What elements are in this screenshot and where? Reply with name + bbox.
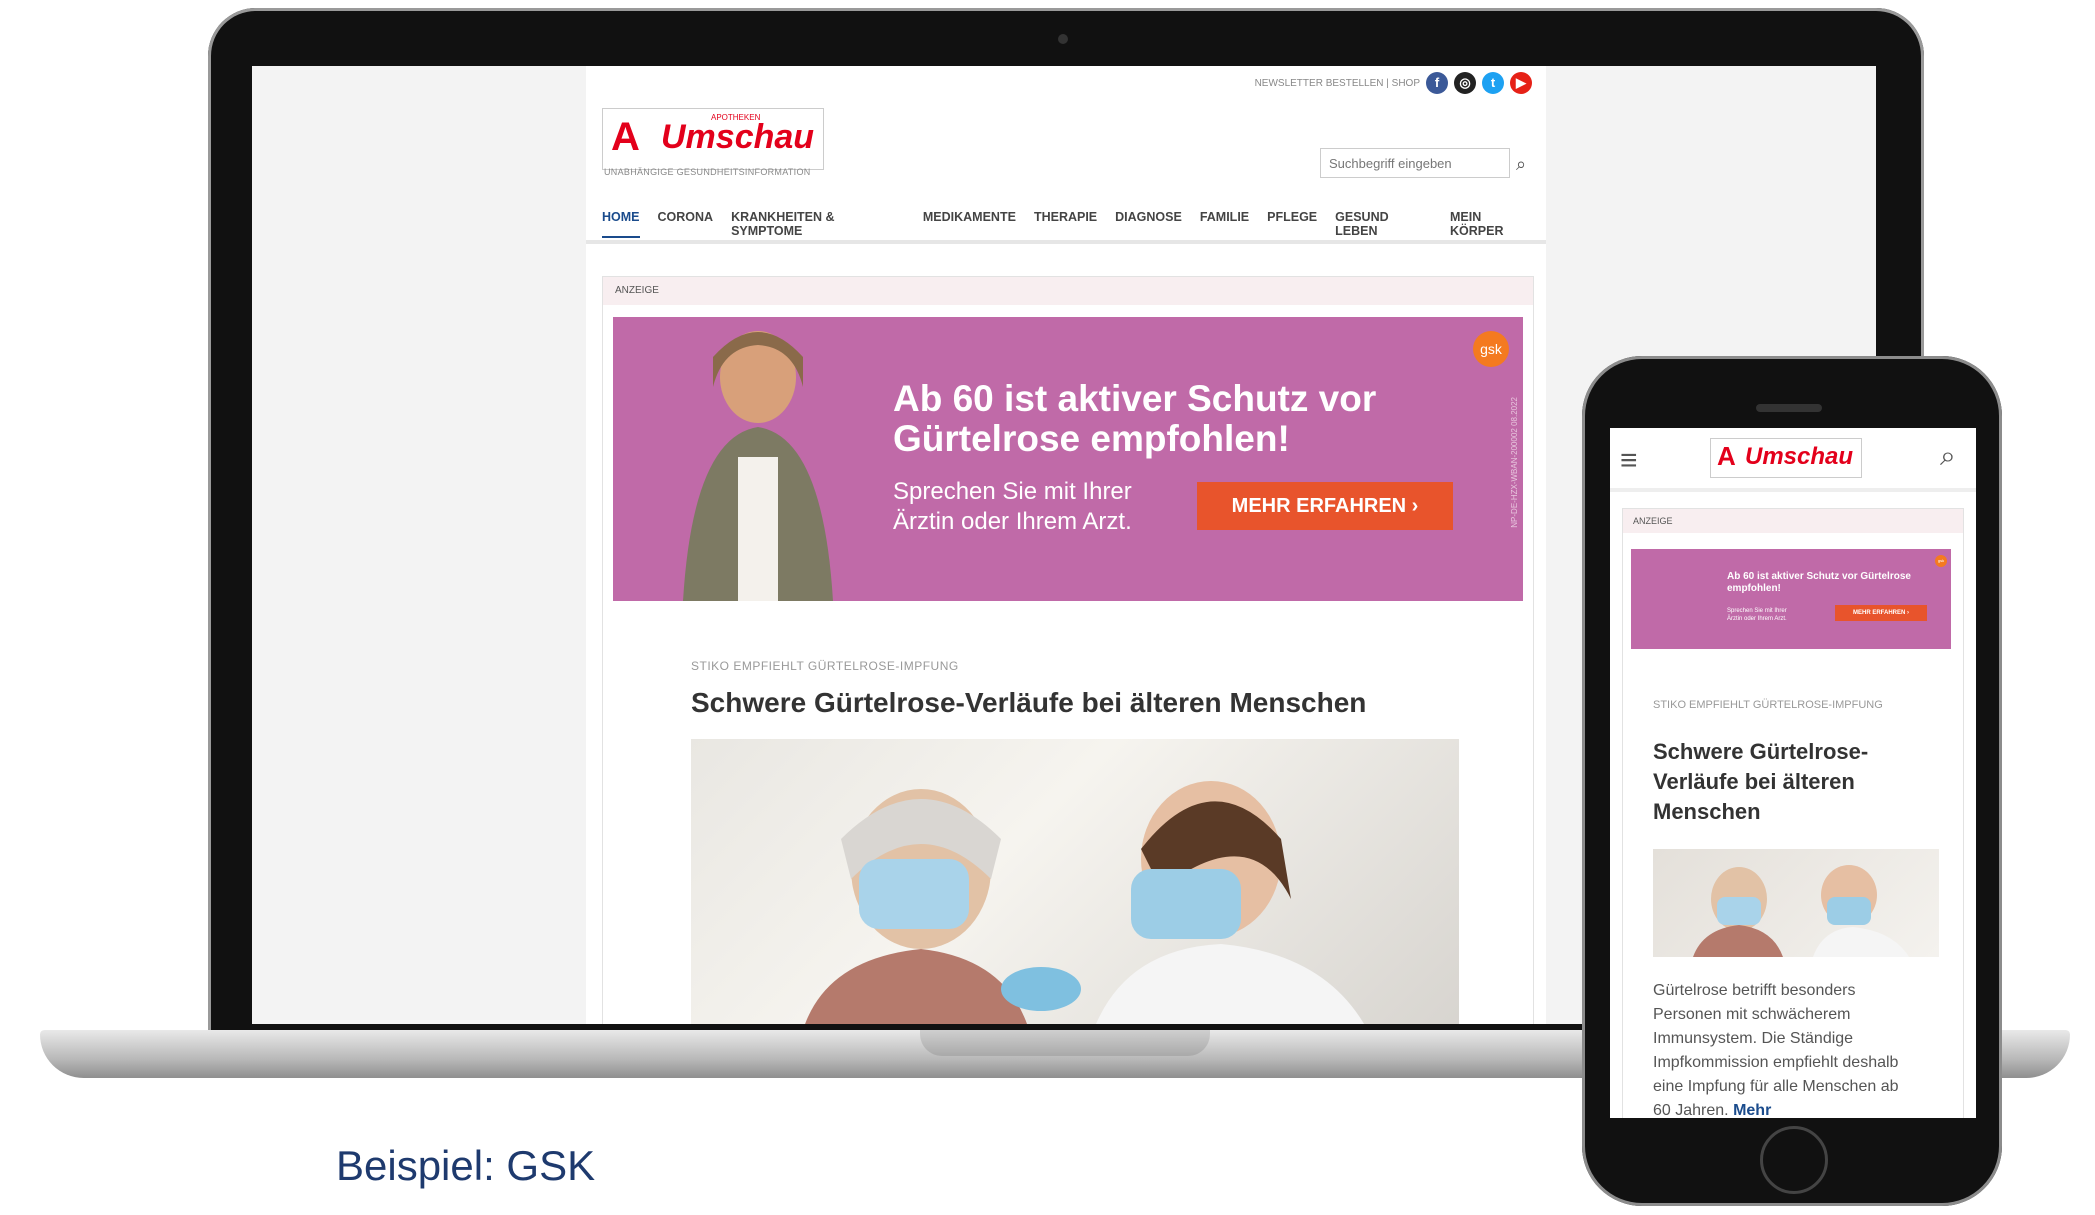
- banner-subtitle: Sprechen Sie mit Ihrer Ärztin oder Ihrem…: [893, 478, 1132, 535]
- nav-pflege[interactable]: PFLEGE: [1267, 210, 1317, 238]
- ad-banner[interactable]: Ab 60 ist aktiver Schutz vor Gürtelrose …: [613, 317, 1523, 601]
- phone-content-box: ANZEIGE Ab 60 ist aktiver Schutz vor Gür…: [1622, 508, 1964, 1118]
- laptop-camera: [1058, 34, 1068, 44]
- main-nav: HOME CORONA KRANKHEITEN & SYMPTOME MEDIK…: [602, 210, 1536, 238]
- phone-divider: [1610, 488, 1976, 492]
- phone-search-icon[interactable]: ⌕: [1940, 440, 1956, 473]
- phone-speaker: [1756, 404, 1822, 412]
- mehr-erfahren-button[interactable]: MEHR ERFAHREN ›: [1197, 482, 1453, 530]
- website: NEWSLETTER BESTELLEN | SHOP f ◎ t ▶ A AP…: [586, 66, 1546, 1024]
- vaccination-photo: [805, 781, 1364, 1024]
- logo-text: Umschau: [661, 118, 815, 156]
- youtube-icon[interactable]: ▶: [1510, 72, 1532, 94]
- caption: Beispiel: GSK: [336, 1142, 596, 1189]
- newsletter-shop-links[interactable]: NEWSLETTER BESTELLEN | SHOP: [1255, 78, 1420, 89]
- nav-krankheiten[interactable]: KRANKHEITEN & SYMPTOME: [731, 210, 905, 238]
- top-links: NEWSLETTER BESTELLEN | SHOP f ◎ t ▶: [1255, 72, 1532, 94]
- facebook-icon[interactable]: f: [1426, 72, 1448, 94]
- nav-diagnose[interactable]: DIAGNOSE: [1115, 210, 1182, 238]
- content-box: ANZEIGE Ab 60 ist aktiver Schutz vor Gür…: [602, 276, 1534, 1024]
- article-kicker: STIKO EMPFIEHLT GÜRTELROSE-IMPFUNG: [691, 659, 959, 673]
- phone-vaccination-photo: [1693, 865, 1909, 957]
- phone-cta-button[interactable]: MEHR ERFAHREN ›: [1835, 605, 1927, 621]
- nav-gesund-leben[interactable]: GESUND LEBEN: [1335, 210, 1432, 238]
- search-icon[interactable]: ⌕: [1516, 154, 1526, 175]
- banner-legal: NP-DE-HZX-WBAN-200002 08.2022: [1510, 397, 1519, 528]
- nav-familie[interactable]: FAMILIE: [1200, 210, 1249, 238]
- nav-mein-koerper[interactable]: MEIN KÖRPER: [1450, 210, 1536, 238]
- phone-headline[interactable]: Schwere Gürtelrose-Verläufe bei älteren …: [1653, 737, 1943, 827]
- phone-teaser: Gürtelrose betrifft besonders Personen m…: [1653, 979, 1913, 1118]
- phone-logo-icon: A: [1717, 441, 1736, 471]
- phone-home-button: [1760, 1126, 1828, 1194]
- phone-banner-subtitle: Sprechen Sie mit Ihrer Ärztin oder Ihrem…: [1727, 608, 1787, 622]
- nav-therapie[interactable]: THERAPIE: [1034, 210, 1097, 238]
- phone-article-image[interactable]: [1653, 849, 1939, 957]
- phone-kicker: STIKO EMPFIEHLT GÜRTELROSE-IMPFUNG: [1653, 699, 1883, 711]
- phone-teaser-text: Gürtelrose betrifft besonders Personen m…: [1653, 982, 1899, 1118]
- search-input[interactable]: Suchbegriff eingeben: [1320, 148, 1510, 178]
- ad-label: ANZEIGE: [603, 277, 1533, 305]
- phone-screen: ≡ A Umschau ⌕ ANZEIGE Ab 60 ist aktiver …: [1610, 428, 1976, 1118]
- laptop-notch: [920, 1030, 1210, 1056]
- gsk-logo: gsk: [1473, 331, 1509, 367]
- phone-banner-title: Ab 60 ist aktiver Schutz vor Gürtelrose …: [1727, 571, 1911, 594]
- phone-ad-label: ANZEIGE: [1623, 509, 1963, 533]
- apotheke-logo-icon: A: [611, 115, 640, 159]
- article-headline[interactable]: Schwere Gürtelrose-Verläufe bei älteren …: [691, 687, 1366, 719]
- article-image[interactable]: [691, 739, 1459, 1024]
- instagram-icon[interactable]: ◎: [1454, 72, 1476, 94]
- nav-divider: [586, 240, 1546, 244]
- phone-gsk-logo: gsk: [1935, 555, 1947, 567]
- tagline: UNABHÄNGIGE GESUNDHEITSINFORMATION: [604, 167, 811, 177]
- menu-icon[interactable]: ≡: [1620, 444, 1638, 478]
- phone-logo[interactable]: A Umschau: [1710, 438, 1862, 478]
- nav-corona[interactable]: CORONA: [658, 210, 714, 238]
- twitter-icon[interactable]: t: [1482, 72, 1504, 94]
- site-logo[interactable]: A APOTHEKEN Umschau: [602, 108, 824, 170]
- phone-logo-text: Umschau: [1745, 443, 1854, 470]
- nav-medikamente[interactable]: MEDIKAMENTE: [923, 210, 1016, 238]
- banner-title: Ab 60 ist aktiver Schutz vor Gürtelrose …: [893, 378, 1377, 459]
- nav-home[interactable]: HOME: [602, 210, 640, 238]
- phone-ad-banner[interactable]: Ab 60 ist aktiver Schutz vor Gürtelrose …: [1631, 549, 1951, 649]
- banner-woman-image: [683, 331, 833, 601]
- phone-more-link[interactable]: Mehr: [1733, 1102, 1771, 1118]
